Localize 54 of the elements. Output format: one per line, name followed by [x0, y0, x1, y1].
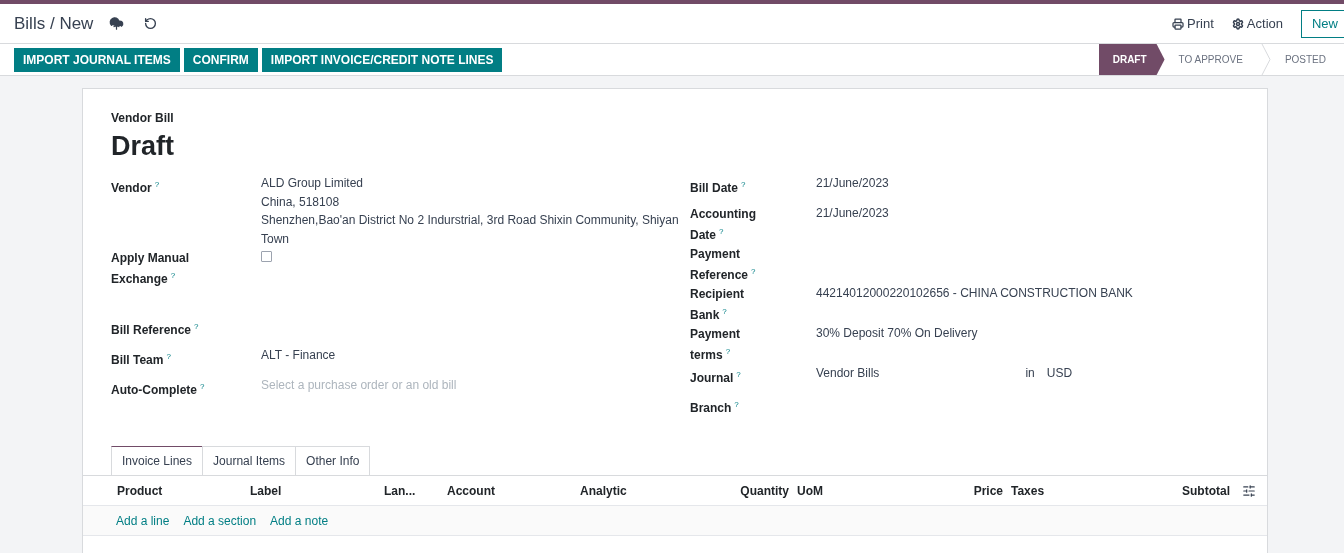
add-link[interactable]: Add a line [116, 513, 170, 528]
print-button[interactable]: Print [1172, 16, 1214, 31]
connector-text: in [1025, 365, 1035, 382]
form-title: Draft [111, 131, 175, 162]
breadcrumb[interactable]: Bills / New [14, 13, 94, 34]
field-label: Bill Date $^{?}$ [690, 179, 747, 197]
action-button[interactable]: IMPORT JOURNAL ITEMS [14, 47, 180, 72]
column-header[interactable]: Label [250, 483, 384, 498]
field-label: Bill Reference $^{?}$ [111, 321, 200, 339]
field-label: Apply Manual Exchange $^{?}$ [111, 250, 190, 288]
column-header[interactable]: Price [929, 483, 1007, 498]
field-value[interactable]: Shenzhen,Bao'an District No 2 Indurstrial, 3rd Road Shixin Community, Shiyan Town [261, 211, 681, 248]
field-value[interactable]: Vendor Bills [816, 364, 880, 394]
column-header[interactable]: Lan... [384, 483, 447, 498]
column-settings-icon[interactable] [1242, 483, 1256, 498]
action-button[interactable]: CONFIRM [183, 47, 258, 72]
field-label: Journal $^{?}$ [690, 369, 742, 387]
field-label: Recipient Bank $^{?}$ [690, 286, 745, 324]
column-header[interactable]: Account [447, 483, 580, 498]
field-label: Branch $^{?}$ [690, 399, 740, 417]
column-header[interactable]: UoM [793, 483, 929, 498]
column-header[interactable]: Taxes [1007, 483, 1127, 498]
add-link[interactable]: Add a section [183, 513, 257, 528]
tab[interactable]: Invoice Lines [111, 446, 204, 476]
field-label: Vendor $^{?}$ [111, 179, 161, 197]
status-step[interactable]: POSTED [1270, 44, 1344, 75]
form-subtitle: Vendor Bill [111, 111, 175, 125]
column-header[interactable]: Analytic [580, 483, 713, 498]
currency-value[interactable]: USD [1046, 364, 1073, 394]
field-value[interactable]: ALT - Finance [261, 346, 681, 365]
column-header[interactable]: Quantity [713, 483, 793, 498]
field-label: Bill Team $^{?}$ [111, 351, 172, 369]
field-label: Payment terms $^{?}$ [690, 326, 742, 364]
action-button[interactable]: IMPORT INVOICE/CREDIT NOTE LINES [261, 47, 503, 72]
field-value[interactable]: 21/June/2023 [816, 204, 1236, 223]
tab[interactable]: Other Info [295, 446, 371, 476]
add-link[interactable]: Add a note [270, 513, 329, 528]
column-header[interactable]: Subtotal [1127, 483, 1234, 498]
field-value[interactable]: ALD Group Limited [261, 174, 681, 193]
new-button[interactable]: New [1301, 9, 1344, 38]
field-label: Payment Reference $^{?}$ [690, 246, 757, 284]
field-label: Auto-Complete $^{?}$ [111, 381, 206, 399]
gear-icon [1231, 17, 1244, 30]
field-value[interactable]: 21/June/2023 [816, 174, 1236, 193]
action-button[interactable]: Action [1231, 16, 1283, 31]
field-value[interactable]: 44214012000220102656 - CHINA CONSTRUCTION BANK [816, 284, 1236, 303]
status-step[interactable]: TO APPROVE [1164, 44, 1261, 75]
field-label: Accounting Date $^{?}$ [690, 206, 757, 244]
status-step[interactable]: DRAFT [1098, 44, 1165, 75]
column-header[interactable]: Product [117, 483, 250, 498]
field-value[interactable]: 30% Deposit 70% On Delivery [816, 324, 1236, 343]
checkbox[interactable] [261, 251, 272, 262]
field-value[interactable]: China, 518108 [261, 192, 681, 211]
printer-icon [1172, 17, 1185, 30]
